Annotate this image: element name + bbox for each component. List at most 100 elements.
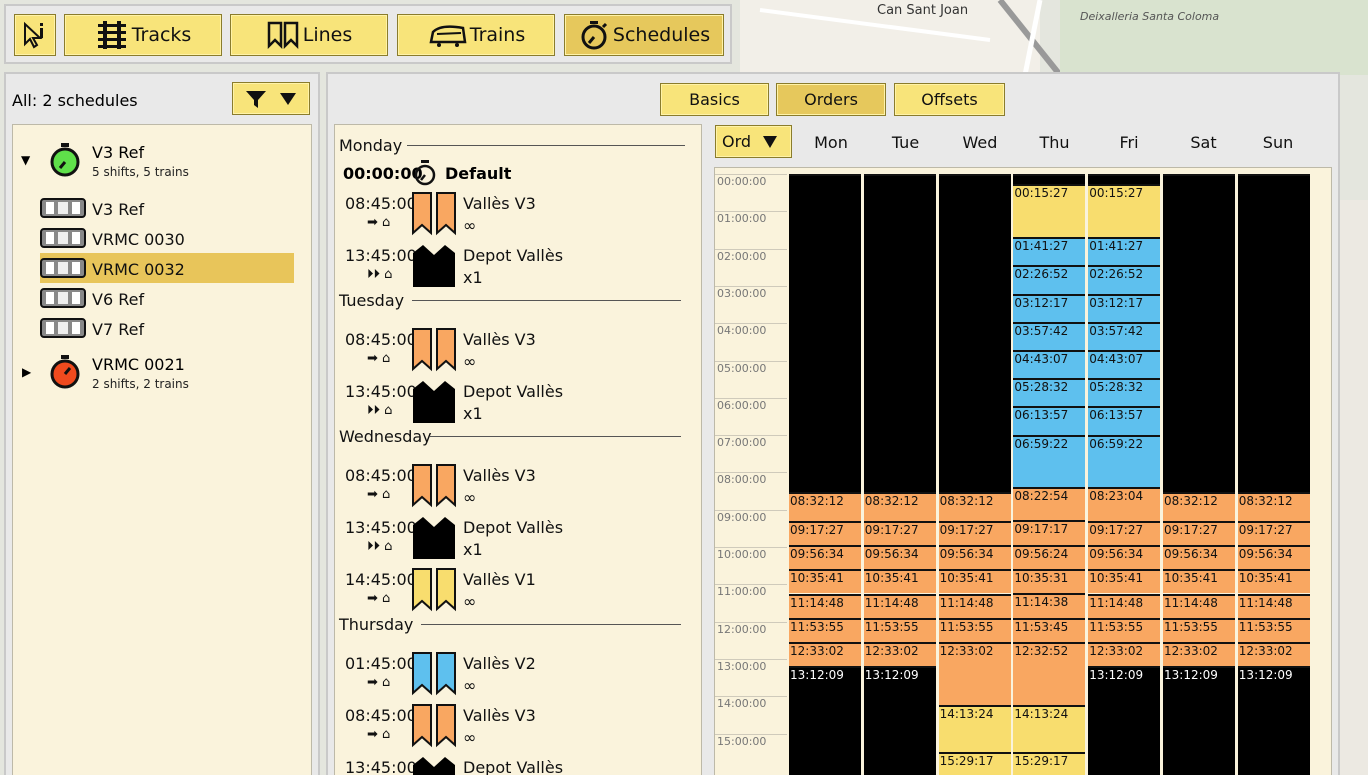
info-select-button[interactable]	[14, 14, 56, 56]
schedule-block[interactable]: 12:33:02	[1237, 642, 1310, 667]
schedule-block[interactable]: 04:43:07	[1088, 350, 1161, 379]
expand-arrow-icon[interactable]: ▶	[22, 365, 31, 379]
train-row-v7-ref[interactable]: V7 Ref	[13, 313, 313, 343]
schedule-block[interactable]: 13:12:09	[789, 666, 861, 775]
schedule-block[interactable]: 10:35:41	[1088, 569, 1161, 594]
schedule-block[interactable]	[1013, 174, 1086, 184]
train-row-vrmc-0030[interactable]: VRMC 0030	[13, 223, 313, 253]
schedule-block[interactable]: 11:14:48	[1237, 593, 1310, 618]
schedule-block[interactable]: 06:13:57	[1088, 406, 1161, 435]
schedule-block[interactable]: 10:35:41	[1163, 569, 1235, 594]
schedule-block[interactable]: 14:13:24	[1013, 704, 1086, 752]
subtab-offsets[interactable]: Offsets	[894, 83, 1005, 116]
schedule-block[interactable]: 09:56:34	[1088, 544, 1161, 570]
schedule-block[interactable]: 09:56:34	[863, 544, 936, 570]
schedule-block[interactable]: 00:15:27	[1013, 183, 1086, 238]
schedule-block[interactable]: 09:17:17	[1013, 520, 1086, 545]
schedule-block[interactable]: 12:33:02	[1088, 642, 1161, 667]
schedule-block[interactable]: 13:12:09	[1237, 666, 1310, 775]
schedule-block[interactable]: 03:57:42	[1088, 321, 1161, 350]
schedule-block[interactable]: 09:56:34	[1163, 544, 1235, 570]
schedule-block[interactable]	[789, 174, 861, 493]
schedule-block[interactable]: 01:41:27	[1088, 237, 1161, 266]
tab-trains[interactable]: Trains	[397, 14, 555, 56]
schedule-block[interactable]: 11:14:48	[789, 593, 861, 618]
schedule-block[interactable]: 00:15:27	[1088, 183, 1161, 238]
schedule-block[interactable]: 09:56:24	[1013, 544, 1086, 570]
order-row[interactable]: 01:45:00 ➡ ⌂ Vallès V2 ∞	[335, 647, 685, 699]
schedule-block[interactable]: 15:29:17	[1013, 751, 1086, 775]
schedule-block[interactable]: 03:57:42	[1013, 321, 1086, 350]
schedule-name[interactable]: V3 Ref	[92, 143, 144, 162]
schedule-block[interactable]: 06:13:57	[1013, 406, 1086, 435]
order-row[interactable]: 13:45:00 ⏵⏵ ⌂ Depot Vallès x1	[335, 375, 685, 427]
schedule-block[interactable]: 08:23:04	[1088, 486, 1161, 521]
schedule-block[interactable]: 04:43:07	[1013, 350, 1086, 379]
order-row[interactable]: 08:45:00 ➡ ⌂ Vallès V3 ∞	[335, 699, 685, 751]
schedule-block[interactable]: 11:53:55	[1237, 617, 1310, 643]
schedule-block[interactable]: 08:32:12	[789, 492, 861, 521]
subtab-orders[interactable]: Orders	[776, 83, 886, 116]
schedule-block[interactable]: 09:17:27	[863, 520, 936, 545]
schedule-block[interactable]: 11:14:38	[1013, 593, 1086, 618]
schedule-block[interactable]: 09:17:27	[938, 520, 1011, 545]
schedule-block[interactable]: 06:59:22	[1088, 434, 1161, 487]
schedule-block[interactable]: 08:32:12	[1237, 492, 1310, 521]
schedule-block[interactable]	[863, 174, 936, 493]
order-row[interactable]: 13:45:00⏵⏵ ⌂Depot Vallès	[335, 751, 685, 775]
schedule-block[interactable]: 10:35:41	[789, 569, 861, 594]
schedule-block[interactable]: 11:14:48	[938, 593, 1011, 618]
schedule-block[interactable]: 03:12:17	[1088, 293, 1161, 322]
sort-dropdown-button[interactable]: Ord	[715, 125, 792, 158]
schedule-block[interactable]: 10:35:41	[1237, 569, 1310, 594]
schedule-block[interactable]: 09:56:34	[938, 544, 1011, 570]
subtab-basics[interactable]: Basics	[660, 83, 769, 116]
schedule-block[interactable]	[1237, 174, 1310, 493]
schedule-block[interactable]	[938, 174, 1011, 493]
schedule-block[interactable]: 03:12:17	[1013, 293, 1086, 322]
schedule-block[interactable]: 13:12:09	[1163, 666, 1235, 775]
schedule-block[interactable]: 05:28:32	[1013, 378, 1086, 407]
tab-schedules[interactable]: Schedules	[564, 14, 724, 56]
schedule-block[interactable]: 09:17:27	[1088, 520, 1161, 545]
schedule-block[interactable]: 05:28:32	[1088, 378, 1161, 407]
schedule-block[interactable]: 13:12:09	[1088, 666, 1161, 775]
tab-lines[interactable]: Lines	[230, 14, 388, 56]
schedule-block[interactable]: 11:53:55	[938, 617, 1011, 643]
schedule-block[interactable]: 12:32:52	[1013, 642, 1086, 705]
tab-tracks[interactable]: Tracks	[64, 14, 222, 56]
schedule-block[interactable]: 11:53:55	[1088, 617, 1161, 643]
schedule-block[interactable]: 11:53:55	[789, 617, 861, 643]
schedule-block[interactable]: 09:17:27	[1237, 520, 1310, 545]
schedule-block[interactable]	[1163, 174, 1235, 493]
schedule-block[interactable]: 14:13:24	[938, 704, 1011, 752]
order-row[interactable]: 14:45:00 ➡ ⌂ Vallès V1 ∞	[335, 563, 685, 615]
order-row[interactable]: 08:45:00 ➡ ⌂ Vallès V3 ∞	[335, 323, 685, 375]
order-row[interactable]: 13:45:00 ⏵⏵ ⌂ Depot Vallès x1	[335, 239, 685, 291]
order-row[interactable]: 08:45:00 ➡ ⌂ Vallès V3 ∞	[335, 459, 685, 511]
train-row-v3-ref[interactable]: V3 Ref	[13, 193, 313, 223]
schedule-block[interactable]: 11:53:45	[1013, 617, 1086, 643]
schedule-block[interactable]: 12:33:02	[789, 642, 861, 667]
schedule-block[interactable]: 08:32:12	[863, 492, 936, 521]
schedule-block[interactable]: 01:41:27	[1013, 237, 1086, 266]
schedule-block[interactable]: 15:29:17	[938, 751, 1011, 775]
schedule-block[interactable]: 11:14:48	[1163, 593, 1235, 618]
schedule-block[interactable]: 08:32:12	[938, 492, 1011, 521]
schedule-block[interactable]: 09:56:34	[789, 544, 861, 570]
order-row[interactable]: 13:45:00 ⏵⏵ ⌂ Depot Vallès x1	[335, 511, 685, 563]
schedule-block[interactable]: 10:35:41	[863, 569, 936, 594]
schedule-block[interactable]: 11:14:48	[863, 593, 936, 618]
schedule-block[interactable]: 09:17:27	[1163, 520, 1235, 545]
schedule-block[interactable]: 09:56:34	[1237, 544, 1310, 570]
schedule-block[interactable]: 08:32:12	[1163, 492, 1235, 521]
schedule-block[interactable]: 11:53:55	[863, 617, 936, 643]
collapse-arrow-icon[interactable]: ▼	[21, 153, 30, 167]
schedule-name[interactable]: VRMC 0021	[92, 355, 185, 374]
timeline-grid[interactable]: 00:00:00 01:00:00 02:00:00 03:00:00 04:00:00…	[714, 167, 1332, 775]
train-row-v6-ref[interactable]: V6 Ref	[13, 283, 313, 313]
schedule-block[interactable]: 08:22:54	[1013, 486, 1086, 521]
schedule-block[interactable]: 12:33:02	[938, 642, 1011, 705]
schedule-block[interactable]: 11:53:55	[1163, 617, 1235, 643]
schedule-block[interactable]: 12:33:02	[1163, 642, 1235, 667]
